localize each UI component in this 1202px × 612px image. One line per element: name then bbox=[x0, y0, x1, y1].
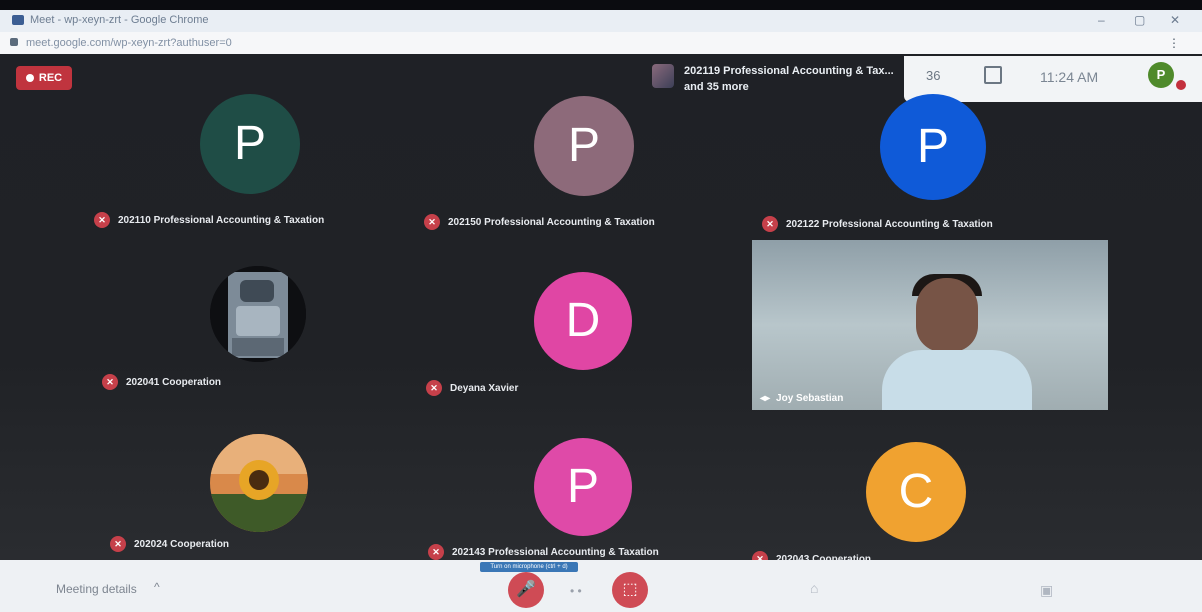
participant-name-row: ✕ 202150 Professional Accounting & Taxat… bbox=[424, 214, 655, 230]
participant-avatar: P bbox=[880, 94, 986, 200]
rec-label: REC bbox=[38, 72, 63, 84]
participant-avatar: C bbox=[866, 442, 966, 542]
participant-name-row: ✕ 202024 Cooperation bbox=[110, 536, 229, 552]
browser-menu-icon[interactable]: ⋮ bbox=[1168, 36, 1180, 50]
video-name-label: ◂▸ Joy Sebastian bbox=[760, 393, 843, 404]
video-shirt bbox=[882, 350, 1032, 410]
close-button[interactable]: ✕ bbox=[1170, 13, 1180, 27]
top-right-bar: 36 11:24 AM P bbox=[904, 56, 1202, 102]
participant-name-row: ✕ 202110 Professional Accounting & Taxat… bbox=[94, 212, 324, 228]
participant-name: 202024 Cooperation bbox=[134, 538, 230, 550]
participant-name-row: ✕ 202122 Professional Accounting & Taxat… bbox=[762, 216, 993, 232]
participant-avatar: P bbox=[534, 96, 634, 196]
minimize-button[interactable]: – bbox=[1098, 13, 1105, 27]
participant-name-row: ✕ 202041 Cooperation bbox=[102, 374, 221, 390]
participant-name: 202122 Professional Accounting & Taxatio… bbox=[786, 218, 993, 230]
participant-avatar: P bbox=[200, 94, 300, 194]
lock-icon bbox=[10, 38, 18, 46]
mic-off-icon: ✕ bbox=[762, 216, 778, 232]
mic-off-icon: ✕ bbox=[110, 536, 126, 552]
mic-off-icon: ✕ bbox=[426, 380, 442, 396]
notification-dot-icon bbox=[1176, 80, 1186, 90]
user-avatar[interactable]: P bbox=[1148, 62, 1174, 88]
participant-name: Joy Sebastian bbox=[776, 393, 844, 404]
presenting-line2: and 35 more bbox=[684, 81, 749, 93]
camera-toggle-button[interactable]: ⬚ bbox=[612, 572, 648, 608]
mic-off-icon: ✕ bbox=[94, 212, 110, 228]
mic-off-icon: ✕ bbox=[424, 214, 440, 230]
participant-name: 202143 Professional Accounting & Taxatio… bbox=[452, 546, 659, 558]
participant-photo bbox=[210, 266, 306, 362]
participant-name: 202041 Cooperation bbox=[126, 376, 222, 388]
mic-tooltip: Turn on microphone (ctrl + d) bbox=[480, 562, 578, 572]
presenting-indicator: 202119 Professional Accounting & Tax... … bbox=[652, 62, 902, 96]
present-icon[interactable]: ⌂ bbox=[810, 580, 818, 596]
participant-name-row: ✕ 202143 Professional Accounting & Taxat… bbox=[428, 544, 659, 560]
participant-avatar-icon bbox=[652, 64, 674, 88]
audio-indicator-icon: ◂▸ bbox=[760, 393, 771, 404]
chat-icon[interactable] bbox=[984, 66, 1002, 84]
people-icon[interactable]: 36 bbox=[926, 68, 940, 83]
mic-off-icon: ✕ bbox=[102, 374, 118, 390]
more-dots: • • bbox=[570, 584, 582, 598]
record-dot-icon bbox=[25, 74, 34, 82]
participant-avatar: P bbox=[534, 438, 632, 536]
participant-name: Deyana Xavier bbox=[450, 382, 519, 394]
meeting-controls-bar: Turn on microphone (ctrl + d) Meeting de… bbox=[0, 560, 1202, 612]
participant-avatar: D bbox=[534, 272, 632, 370]
mic-off-icon: 🎤 bbox=[516, 581, 536, 598]
mic-off-icon: ✕ bbox=[428, 544, 444, 560]
restore-button[interactable]: ▢ bbox=[1134, 13, 1145, 27]
participant-name: 202110 Professional Accounting & Taxatio… bbox=[118, 214, 325, 226]
participant-name: 202150 Professional Accounting & Taxatio… bbox=[448, 216, 655, 228]
people-count: 36 bbox=[926, 68, 941, 83]
participant-name-row: ✕ Deyana Xavier bbox=[426, 380, 518, 396]
captions-icon[interactable]: ▣ bbox=[1040, 582, 1053, 599]
clock: 11:24 AM bbox=[1040, 69, 1099, 85]
browser-title-bar: Meet - wp-xeyn-zrt - Google Chrome – ▢ ✕ bbox=[0, 10, 1202, 32]
video-head bbox=[916, 278, 978, 352]
meet-tab-icon bbox=[12, 15, 24, 25]
recording-badge: REC bbox=[16, 66, 72, 90]
meeting-details-button[interactable]: Meeting details bbox=[56, 582, 137, 596]
mic-toggle-button[interactable]: 🎤 bbox=[508, 572, 544, 608]
cam-off-icon: ⬚ bbox=[622, 581, 638, 598]
chevron-up-icon[interactable]: ^ bbox=[154, 580, 160, 594]
url-text[interactable]: meet.google.com/wp-xeyn-zrt?authuser=0 bbox=[26, 37, 232, 49]
presenting-line1: 202119 Professional Accounting & Tax... bbox=[684, 65, 894, 77]
participant-video-tile[interactable]: ◂▸ Joy Sebastian bbox=[752, 240, 1108, 410]
address-bar[interactable]: meet.google.com/wp-xeyn-zrt?authuser=0 ⋮ bbox=[0, 32, 1202, 54]
meeting-stage: REC 202119 Professional Accounting & Tax… bbox=[0, 54, 1202, 567]
window-title: Meet - wp-xeyn-zrt - Google Chrome bbox=[30, 14, 209, 26]
participant-photo bbox=[210, 434, 308, 532]
